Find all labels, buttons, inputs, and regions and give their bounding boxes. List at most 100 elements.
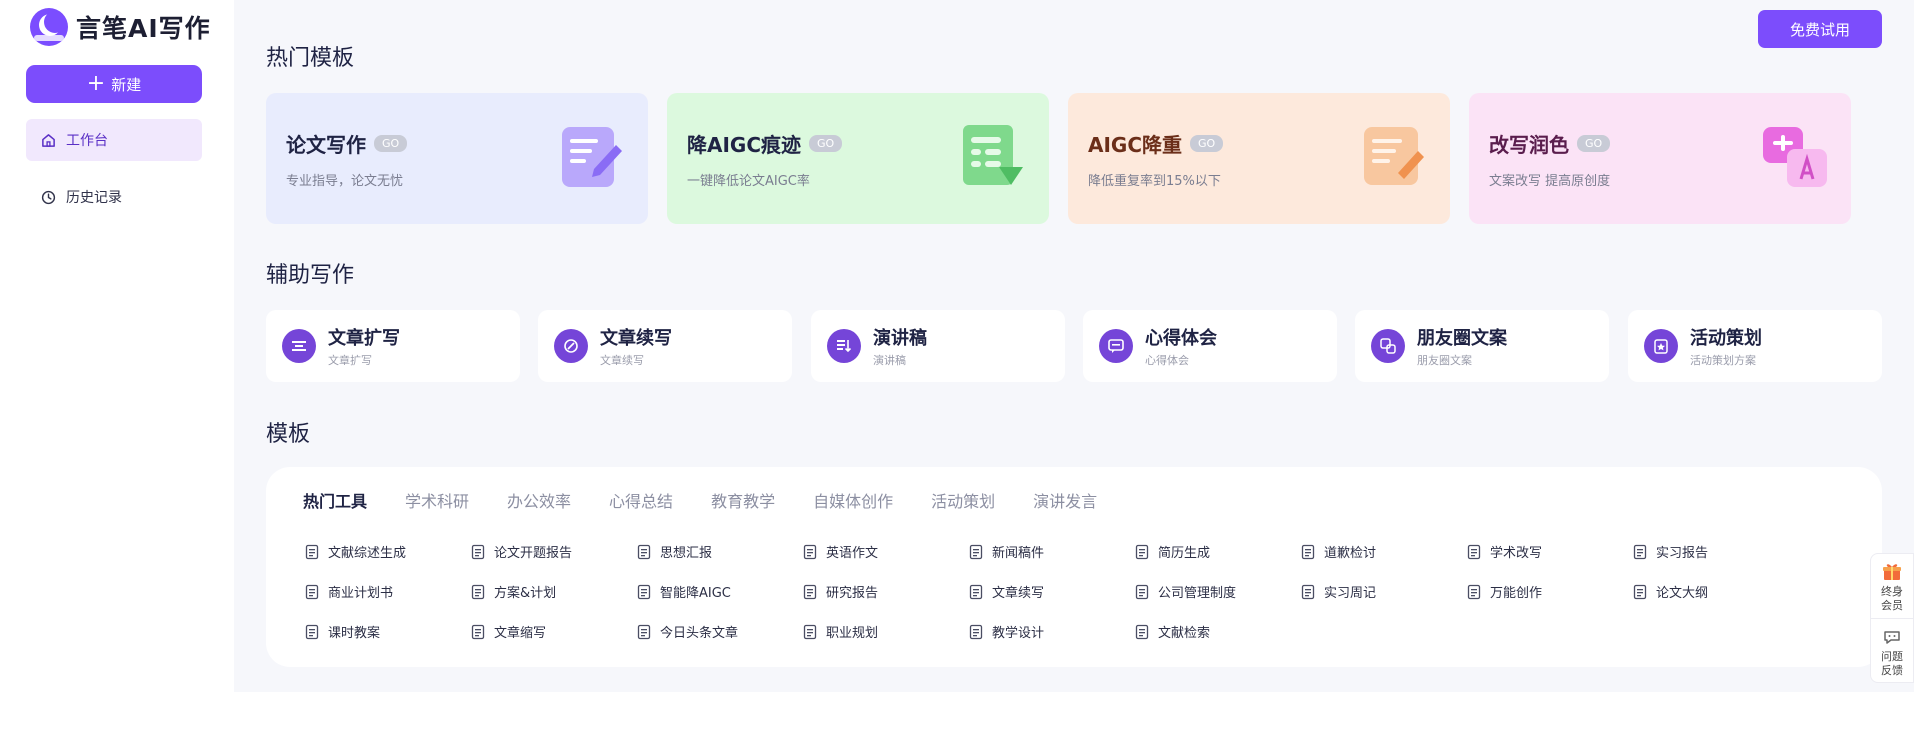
template-tool-item[interactable]: 文献综述生成 (303, 542, 406, 561)
template-tool-item[interactable]: 研究报告 (801, 582, 878, 601)
free-trial-button[interactable]: 免费试用 (1758, 10, 1882, 48)
assist-card-title: 朋友圈文案 (1417, 328, 1507, 349)
assist-card-subtitle: 文章扩写 (328, 354, 372, 367)
assist-card-moments[interactable]: 朋友圈文案 朋友圈文案 (1355, 310, 1609, 382)
document-icon (1133, 583, 1151, 601)
template-tool-item[interactable]: 实习周记 (1299, 582, 1376, 601)
template-tool-item[interactable]: 教学设计 (967, 622, 1044, 641)
float-item-label: 终身会员 (1881, 585, 1903, 612)
tab-office[interactable]: 办公效率 (507, 488, 571, 512)
template-tool-label: 英语作文 (826, 546, 879, 561)
assist-writing-title: 辅助写作 (266, 263, 355, 288)
template-tool-item[interactable]: 今日头条文章 (635, 622, 738, 641)
document-icon (967, 543, 985, 561)
tab-speech[interactable]: 演讲发言 (1033, 488, 1097, 512)
document-icon (635, 623, 653, 641)
assist-card-subtitle: 活动策划方案 (1690, 354, 1756, 367)
template-tool-item[interactable]: 论文大纲 (1631, 582, 1708, 601)
hot-card-rewrite[interactable]: 改写润色 GO 文案改写 提高原创度 (1469, 93, 1851, 224)
hot-card-title: 降AIGC痕迹 (687, 133, 802, 157)
template-tabs: 热门工具 学术科研 办公效率 心得总结 教育教学 自媒体创作 活动策划 演讲发言 (303, 488, 1135, 512)
template-tool-item[interactable]: 商业计划书 (303, 582, 393, 601)
logo[interactable]: 言笔AI写作 (30, 8, 211, 46)
template-tool-label: 新闻稿件 (992, 546, 1045, 561)
document-icon (635, 543, 653, 561)
template-tool-item[interactable]: 公司管理制度 (1133, 582, 1236, 601)
hot-templates-title: 热门模板 (266, 46, 355, 71)
feedback-button[interactable]: 问题反馈 (1871, 618, 1913, 682)
template-tool-item[interactable]: 文章缩写 (469, 622, 546, 641)
template-tool-item[interactable]: 文献检索 (1133, 622, 1210, 641)
assist-card-title: 心得体会 (1145, 328, 1217, 349)
assist-card-subtitle: 朋友圈文案 (1417, 354, 1472, 367)
document-icon (1133, 543, 1151, 561)
hot-card-essay[interactable]: 论文写作 GO 专业指导，论文无忧 (266, 93, 648, 224)
document-icon (469, 583, 487, 601)
lifetime-member-button[interactable]: 终身会员 (1871, 554, 1913, 618)
assist-card-title: 文章续写 (600, 328, 672, 349)
assist-card-insight[interactable]: 心得体会 心得体会 (1083, 310, 1337, 382)
hot-card-title: AIGC降重 (1088, 133, 1183, 157)
document-icon (469, 543, 487, 561)
template-tool-item[interactable]: 万能创作 (1465, 582, 1542, 601)
tab-media[interactable]: 自媒体创作 (813, 488, 893, 512)
document-icon (303, 623, 321, 641)
sidebar-item-label: 工作台 (66, 133, 108, 149)
template-tool-item[interactable]: 课时教案 (303, 622, 380, 641)
tab-hot-tools[interactable]: 热门工具 (303, 488, 367, 512)
template-tool-item[interactable]: 实习报告 (1631, 542, 1708, 561)
template-tool-label: 今日头条文章 (660, 626, 739, 641)
float-item-label: 问题反馈 (1881, 650, 1903, 677)
template-tool-item[interactable]: 新闻稿件 (967, 542, 1044, 561)
sidebar: 言笔AI写作 + 新建 工作台 历史记录 (0, 0, 234, 738)
template-tool-label: 课时教案 (328, 626, 381, 641)
assist-card-speech[interactable]: 演讲稿 演讲稿 (811, 310, 1065, 382)
document-icon (1133, 623, 1151, 641)
assist-card-continue[interactable]: 文章续写 文章续写 (538, 310, 792, 382)
document-icon (1465, 583, 1483, 601)
sidebar-item-history[interactable]: 历史记录 (26, 176, 202, 218)
reduce-trace-icon (959, 123, 1027, 191)
feedback-icon (1882, 627, 1902, 650)
sidebar-item-workbench[interactable]: 工作台 (26, 119, 202, 161)
go-badge: GO (1577, 135, 1611, 152)
template-tool-item[interactable]: 学术改写 (1465, 542, 1542, 561)
hot-card-dedup[interactable]: AIGC降重 GO 降低重复率到15%以下 (1068, 93, 1450, 224)
tab-summary[interactable]: 心得总结 (609, 488, 673, 512)
template-tool-label: 文献检索 (1158, 626, 1211, 641)
template-tool-item[interactable]: 英语作文 (801, 542, 878, 561)
logo-icon (30, 8, 68, 46)
document-icon (801, 583, 819, 601)
document-icon (1465, 543, 1483, 561)
template-tool-item[interactable]: 思想汇报 (635, 542, 712, 561)
tab-academic[interactable]: 学术科研 (405, 488, 469, 512)
new-button[interactable]: + 新建 (26, 65, 202, 103)
template-tool-item[interactable]: 简历生成 (1133, 542, 1210, 561)
document-icon (1631, 583, 1649, 601)
continue-icon (554, 329, 588, 363)
tab-education[interactable]: 教育教学 (711, 488, 775, 512)
template-tool-item[interactable]: 智能降AIGC (635, 582, 731, 601)
expand-icon (282, 329, 316, 363)
template-tool-item[interactable]: 文章续写 (967, 582, 1044, 601)
sidebar-item-label: 历史记录 (66, 190, 122, 206)
template-tool-label: 教学设计 (992, 626, 1045, 641)
template-tool-item[interactable]: 道歉检讨 (1299, 542, 1376, 561)
hot-card-reduce-trace[interactable]: 降AIGC痕迹 GO 一键降低论文AIGC率 (667, 93, 1049, 224)
hot-card-title: 论文写作 (286, 133, 366, 157)
tab-event[interactable]: 活动策划 (931, 488, 995, 512)
document-icon (1299, 543, 1317, 561)
template-tool-item[interactable]: 论文开题报告 (469, 542, 572, 561)
template-tool-item[interactable]: 职业规划 (801, 622, 878, 641)
document-icon (469, 623, 487, 641)
assist-card-expand[interactable]: 文章扩写 文章扩写 (266, 310, 520, 382)
document-icon (801, 623, 819, 641)
template-tool-label: 智能降AIGC (660, 586, 731, 601)
assist-card-event[interactable]: 活动策划 活动策划方案 (1628, 310, 1882, 382)
dedup-icon (1360, 123, 1428, 191)
assist-card-subtitle: 心得体会 (1145, 354, 1189, 367)
assist-card-title: 演讲稿 (873, 328, 927, 349)
template-tool-item[interactable]: 方案&计划 (469, 582, 556, 601)
home-icon (40, 132, 56, 148)
document-icon (303, 543, 321, 561)
